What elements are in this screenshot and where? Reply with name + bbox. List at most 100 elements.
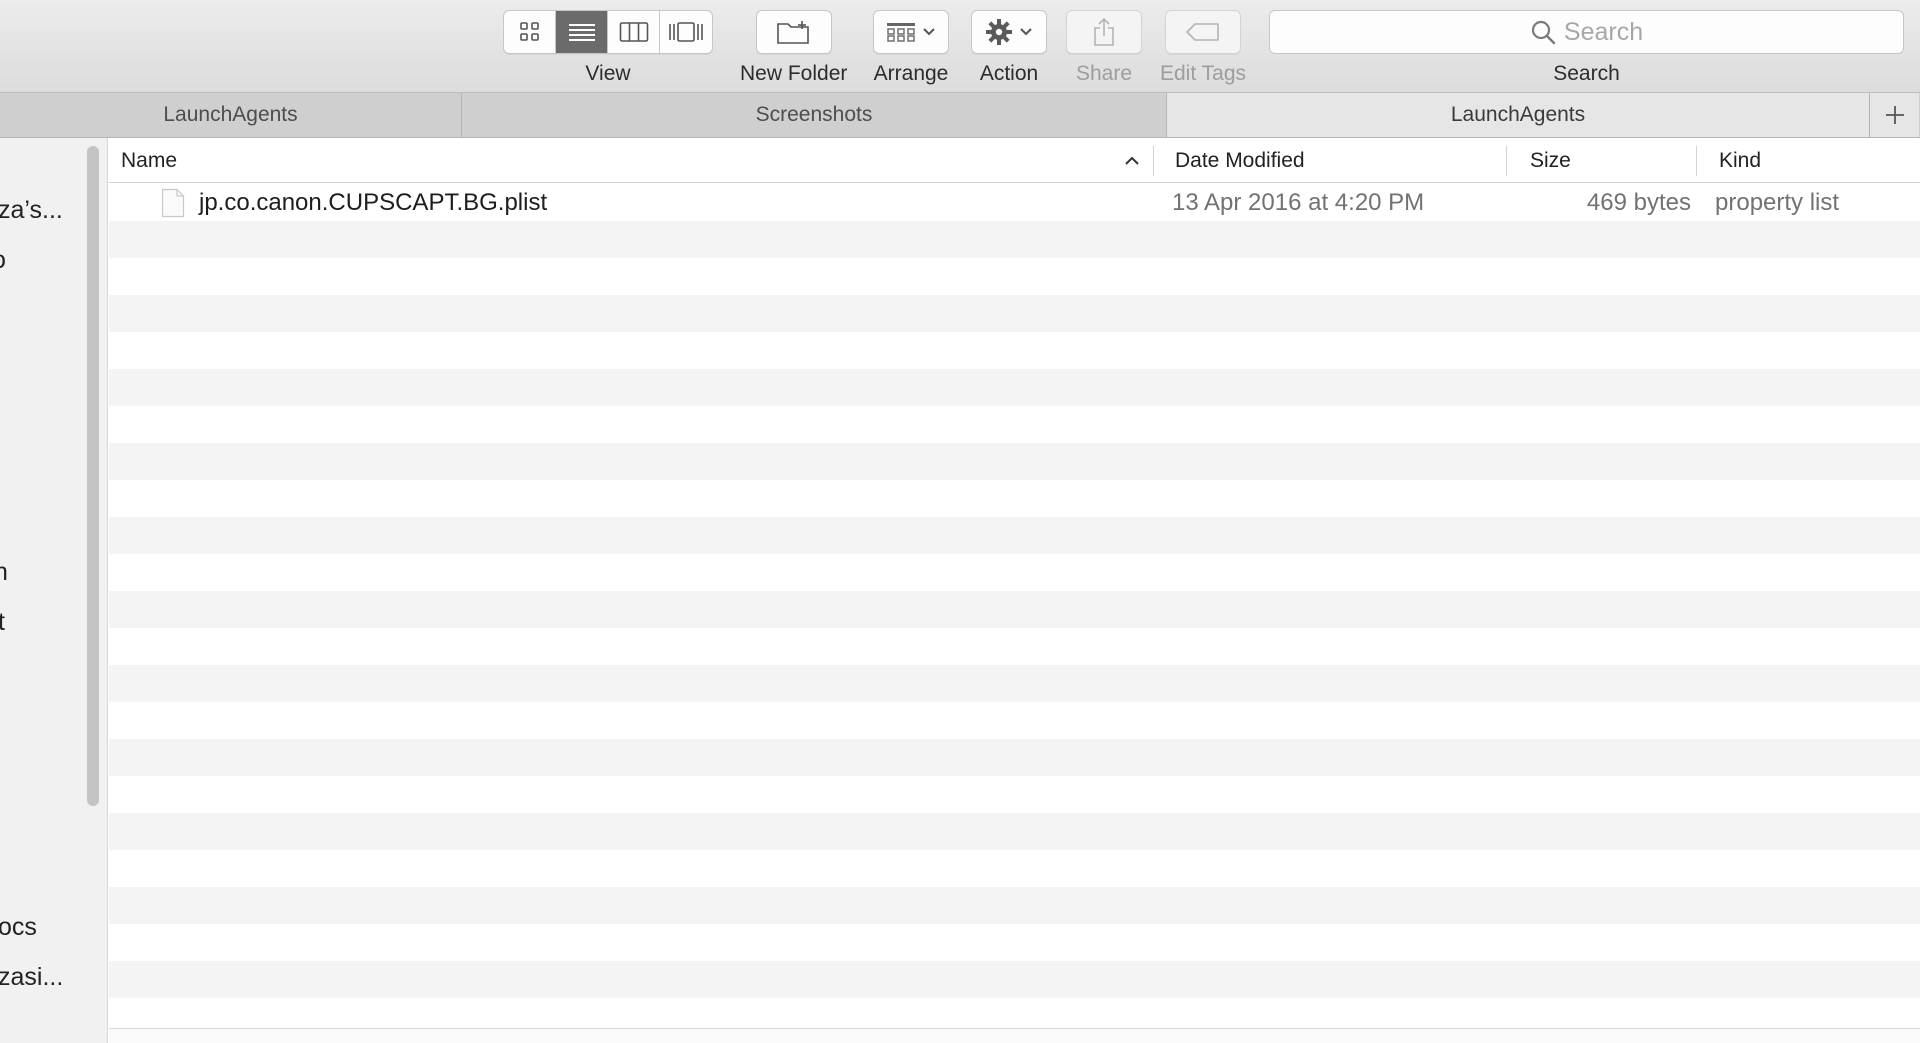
share-group: Share xyxy=(1066,10,1142,86)
sidebar: za’s... o n t ocs zasi... xyxy=(0,138,108,1043)
tab-label: LaunchAgents xyxy=(1450,103,1586,126)
empty-row xyxy=(109,591,1920,628)
cover-flow-button[interactable] xyxy=(660,11,712,53)
empty-row xyxy=(109,739,1920,776)
gear-icon xyxy=(986,19,1012,45)
arrange-button[interactable] xyxy=(873,10,949,54)
date-modified-column-header[interactable]: Date Modified xyxy=(1175,138,1505,183)
empty-row xyxy=(109,887,1920,924)
list-view-button[interactable] xyxy=(556,11,608,53)
new-folder-icon xyxy=(776,21,809,44)
sidebar-item[interactable]: n xyxy=(0,558,8,587)
file-date-modified: 13 Apr 2016 at 4:20 PM xyxy=(1172,188,1425,216)
document-icon xyxy=(161,188,185,218)
empty-row xyxy=(109,554,1920,591)
column-divider[interactable] xyxy=(1506,146,1507,176)
new-tab-button[interactable] xyxy=(1869,93,1919,137)
icon-view-button[interactable] xyxy=(504,11,556,53)
toolbar: View New Folder Arrange Action Share Edi… xyxy=(0,0,1920,92)
sidebar-item-label: n xyxy=(0,558,8,586)
empty-row xyxy=(109,332,1920,369)
new-folder-button[interactable] xyxy=(755,10,832,54)
new-folder-label: New Folder xyxy=(740,62,848,85)
empty-row xyxy=(109,628,1920,665)
view-label: View xyxy=(585,62,631,85)
file-name: jp.co.canon.CUPSCAPT.BG.plist xyxy=(199,188,548,216)
column-view-button[interactable] xyxy=(608,11,660,53)
search-field[interactable]: Search xyxy=(1269,10,1904,54)
tab-launchagents-1[interactable]: LaunchAgents xyxy=(0,93,462,137)
sidebar-item[interactable]: za’s... xyxy=(0,196,63,225)
sidebar-item[interactable]: t xyxy=(0,608,5,637)
empty-row xyxy=(109,702,1920,739)
search-icon xyxy=(1531,20,1556,45)
chevron-down-icon xyxy=(923,28,935,36)
file-kind: property list xyxy=(1715,188,1840,216)
column-header: Name Date Modified Size Kind xyxy=(109,138,1920,183)
action-button[interactable] xyxy=(971,10,1047,54)
name-column-label: Name xyxy=(121,148,178,172)
sidebar-item-label: t xyxy=(0,608,5,636)
kind-column-header[interactable]: Kind xyxy=(1719,138,1909,183)
sidebar-scrollbar[interactable] xyxy=(87,146,99,806)
icon-view-icon xyxy=(519,22,539,41)
sidebar-item[interactable]: ocs xyxy=(0,913,37,942)
tab-launchagents-2[interactable]: LaunchAgents xyxy=(1167,93,1869,137)
tab-label: Screenshots xyxy=(755,103,873,126)
size-column-header[interactable]: Size xyxy=(1530,138,1690,183)
file-size: 469 bytes xyxy=(1586,188,1691,216)
action-group: Action xyxy=(971,10,1047,86)
arrange-label: Arrange xyxy=(873,62,949,85)
new-folder-group: New Folder xyxy=(740,10,847,86)
empty-row xyxy=(109,776,1920,813)
kind-column-label: Kind xyxy=(1719,148,1762,172)
empty-row xyxy=(109,369,1920,406)
file-rows: jp.co.canon.CUPSCAPT.BG.plist 13 Apr 201… xyxy=(109,184,1920,1028)
file-list: Name Date Modified Size Kind jp.co.canon… xyxy=(109,138,1920,1028)
share-label: Share xyxy=(1075,62,1133,85)
empty-row xyxy=(109,961,1920,998)
view-segmented-control xyxy=(503,10,713,54)
edit-tags-group: Edit Tags xyxy=(1160,10,1246,86)
view-control-group: View xyxy=(503,10,713,86)
sidebar-item-label: za’s... xyxy=(0,196,63,224)
edit-tags-button[interactable] xyxy=(1165,10,1241,54)
sidebar-item-label: zasi... xyxy=(0,963,64,991)
column-view-icon xyxy=(619,22,648,42)
empty-row xyxy=(109,406,1920,443)
search-placeholder: Search xyxy=(1563,17,1644,46)
date-modified-column-label: Date Modified xyxy=(1175,148,1305,172)
share-button[interactable] xyxy=(1066,10,1142,54)
empty-row xyxy=(109,665,1920,702)
tab-label: LaunchAgents xyxy=(163,103,298,126)
share-icon xyxy=(1094,17,1114,46)
search-group: Search Search xyxy=(1269,10,1904,86)
plus-icon xyxy=(1885,106,1904,124)
status-bar xyxy=(109,1028,1920,1043)
tab-screenshots[interactable]: Screenshots xyxy=(462,93,1167,137)
empty-row xyxy=(109,813,1920,850)
empty-row xyxy=(109,221,1920,258)
cover-flow-icon xyxy=(669,22,703,42)
sort-ascending-icon xyxy=(1125,156,1139,165)
empty-row xyxy=(109,998,1920,1028)
empty-row xyxy=(109,517,1920,554)
empty-row xyxy=(109,258,1920,295)
empty-row xyxy=(109,480,1920,517)
empty-row xyxy=(109,443,1920,480)
empty-row xyxy=(109,924,1920,961)
column-divider[interactable] xyxy=(1153,146,1154,176)
search-label: Search xyxy=(1553,62,1620,85)
size-column-label: Size xyxy=(1530,148,1571,172)
chevron-down-icon xyxy=(1020,28,1032,36)
table-row[interactable]: jp.co.canon.CUPSCAPT.BG.plist 13 Apr 201… xyxy=(109,184,1920,221)
arrange-group: Arrange xyxy=(873,10,949,86)
empty-row xyxy=(109,850,1920,887)
name-column-header[interactable]: Name xyxy=(121,138,1151,183)
empty-row xyxy=(109,295,1920,332)
sidebar-item[interactable]: zasi... xyxy=(0,963,63,992)
column-divider[interactable] xyxy=(1696,146,1697,176)
arrange-icon xyxy=(887,23,915,42)
sidebar-item[interactable]: o xyxy=(0,246,6,275)
sidebar-item-label: ocs xyxy=(0,913,37,941)
